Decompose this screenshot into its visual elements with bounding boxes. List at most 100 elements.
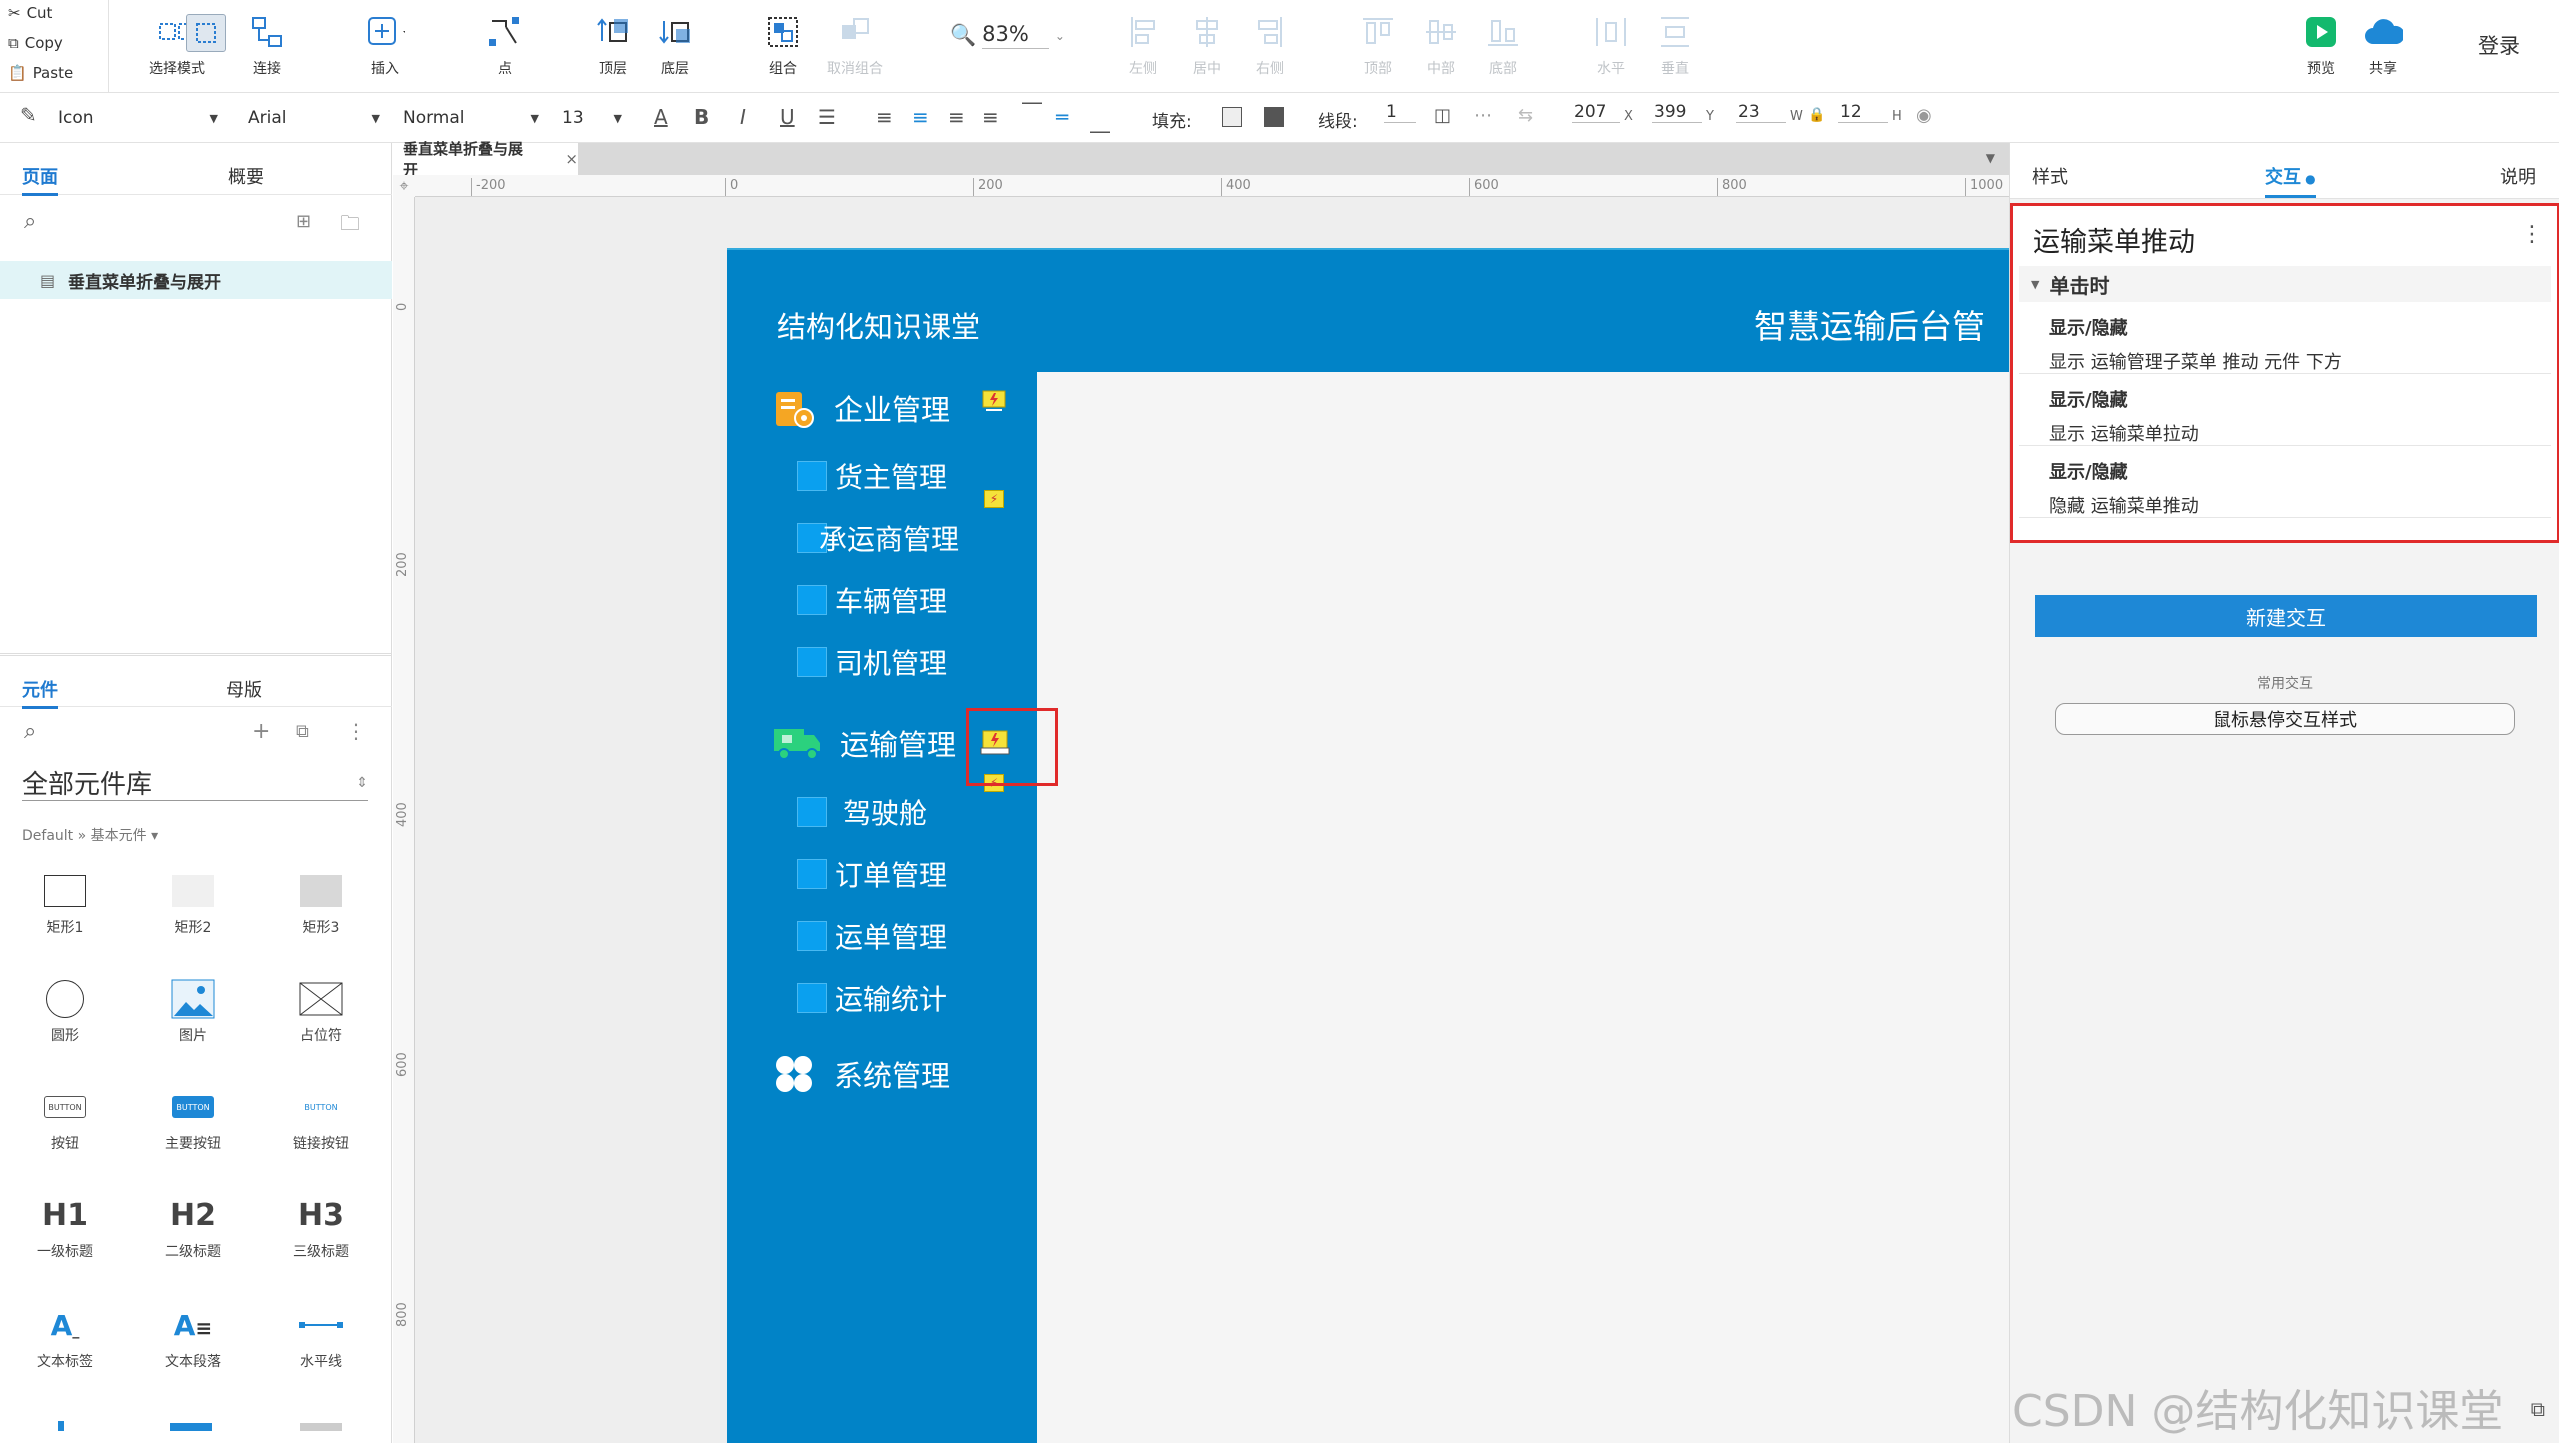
tab-masters[interactable]: 母版 <box>226 676 262 702</box>
bold-icon[interactable]: B <box>694 105 709 129</box>
stroke-pattern-icon[interactable]: ⋯ <box>1474 105 1492 126</box>
hover-style-button[interactable]: 鼠标悬停交互样式 <box>2055 703 2515 735</box>
insert-button[interactable]: 插入 <box>340 12 430 78</box>
submenu-item[interactable]: 订单管理 <box>797 854 947 894</box>
action-item[interactable]: 显示/隐藏 显示 运输管理子菜单 推动 元件 下方 <box>2019 304 2551 374</box>
submenu-item[interactable]: 运单管理 <box>797 916 947 956</box>
connect-button[interactable]: 连接 <box>222 12 312 78</box>
x-input[interactable]: 207 <box>1572 102 1620 123</box>
align-bottom-button[interactable]: 底部 <box>1458 12 1548 78</box>
tab-overflow-chevron-icon[interactable]: ▼ <box>1986 151 1995 165</box>
action-item[interactable]: 显示/隐藏 显示 运输菜单拉动 <box>2019 376 2551 446</box>
shadow-swatch[interactable] <box>1264 107 1284 127</box>
folder-icon[interactable]: 🗀 <box>340 209 360 243</box>
ungroup-button[interactable]: 取消组合 <box>810 12 900 78</box>
valign-top-icon[interactable]: ⎺ <box>1022 99 1042 123</box>
more-icon[interactable]: ⋮ <box>346 719 366 743</box>
more-icon[interactable]: ⋮ <box>2521 222 2543 247</box>
submenu-item[interactable]: 货主管理 <box>797 456 947 496</box>
widget-circle[interactable]: 圆形 <box>0 973 130 1045</box>
widget-text-label[interactable]: A_ 文本标签 <box>0 1299 130 1371</box>
share-button[interactable]: 共享 <box>2338 12 2428 78</box>
font-size-select[interactable]: 13 ▼ <box>556 103 628 133</box>
tab-interaction[interactable]: 交互 ● <box>2265 163 2316 198</box>
widget-h1[interactable]: H1 一级标题 <box>0 1189 130 1261</box>
widget-rect2[interactable]: 矩形2 <box>128 865 258 937</box>
underline-icon[interactable]: U <box>780 105 795 129</box>
italic-icon[interactable]: I <box>740 105 746 129</box>
justify-icon[interactable]: ≡ <box>982 105 999 129</box>
prototype-sidebar[interactable]: 企业管理 ⚡ 货主管理 承运商管理 车辆管理 司机管理 运输管理 ⚡ 驾驶舱 订… <box>727 372 1037 1443</box>
tab-notes[interactable]: 说明 <box>2500 163 2536 189</box>
submenu-item[interactable]: 司机管理 <box>797 642 947 682</box>
copy-button[interactable]: ⧉ Copy <box>8 34 63 52</box>
menu-enterprise[interactable]: 企业管理 <box>772 386 950 430</box>
menu-transport[interactable]: 运输管理 <box>772 722 956 764</box>
send-back-button[interactable]: 底层 <box>630 12 720 78</box>
tab-pages[interactable]: 页面 <box>22 163 58 196</box>
widget-text-paragraph[interactable]: A≡ 文本段落 <box>128 1299 258 1371</box>
paste-button[interactable]: 📋 Paste <box>8 64 73 82</box>
align-text-center-icon[interactable]: ≡ <box>912 105 929 129</box>
library-manage-icon[interactable]: ⧉ <box>296 721 309 742</box>
style-select[interactable]: Icon ▼ <box>52 103 224 133</box>
cut-button[interactable]: ✂ Cut <box>8 4 52 22</box>
widget-rect1[interactable]: 矩形1 <box>0 865 130 937</box>
widget-h3[interactable]: H3 三级标题 <box>256 1189 386 1261</box>
font-weight-select[interactable]: Normal ▼ <box>397 103 545 133</box>
interaction-marker-icon[interactable] <box>980 388 1008 414</box>
arrow-style-icon[interactable]: ⇆ <box>1518 105 1533 126</box>
add-page-icon[interactable]: ⊞ <box>296 211 311 232</box>
tab-style[interactable]: 样式 <box>2032 163 2068 189</box>
widget-primary-button[interactable]: BUTTON 主要按钮 <box>128 1081 258 1153</box>
font-family-select[interactable]: Arial ▼ <box>242 103 386 133</box>
tab-outline[interactable]: 概要 <box>228 163 264 189</box>
width-input[interactable]: 23 <box>1736 102 1786 123</box>
library-select[interactable]: 全部元件库 ⇕ <box>22 765 368 801</box>
widget-name[interactable]: 运输菜单推动 <box>2033 220 2195 259</box>
search-icon[interactable]: ⌕ <box>24 209 36 234</box>
height-input[interactable]: 12 <box>1838 102 1888 123</box>
stroke-width-input[interactable]: 1 <box>1384 102 1416 123</box>
stroke-color-icon[interactable]: ◫ <box>1434 105 1451 126</box>
action-item[interactable]: 显示/隐藏 隐藏 运输菜单推动 <box>2019 448 2551 518</box>
bullet-list-icon[interactable]: ☰ <box>818 105 836 129</box>
prototype-header[interactable]: 结构化知识课堂 智慧运输后台管 <box>727 248 2009 372</box>
valign-middle-icon[interactable]: ═ <box>1056 105 1068 129</box>
widget-hline[interactable]: 水平线 <box>256 1299 386 1371</box>
eye-icon[interactable]: ◉ <box>1916 105 1932 126</box>
align-text-left-icon[interactable]: ≡ <box>876 105 893 129</box>
distribute-v-button[interactable]: 垂直 <box>1630 12 1720 78</box>
close-icon[interactable]: × <box>565 150 578 168</box>
event-onclick[interactable]: ▼ 单击时 <box>2019 266 2551 302</box>
widget-placeholder[interactable]: 占位符 <box>256 973 386 1045</box>
page-item[interactable]: ▤ 垂直菜单折叠与展开 <box>0 261 392 299</box>
y-input[interactable]: 399 <box>1652 102 1702 123</box>
point-button[interactable]: 点 <box>460 12 550 78</box>
login-link[interactable]: 登录 <box>2478 30 2520 60</box>
new-interaction-button[interactable]: 新建交互 <box>2035 595 2537 637</box>
fill-color-swatch[interactable] <box>1222 107 1242 127</box>
menu-system[interactable]: 系统管理 <box>772 1052 950 1096</box>
zoom-control[interactable]: 🔍 83% ⌄ <box>950 22 1065 49</box>
submenu-item[interactable]: 车辆管理 <box>797 580 947 620</box>
document-tab[interactable]: 垂直菜单折叠与展开 × <box>393 140 578 179</box>
tab-widgets[interactable]: 元件 <box>22 676 58 709</box>
font-color-icon[interactable]: A <box>654 105 668 129</box>
submenu-item[interactable]: 运输统计 <box>797 978 947 1018</box>
widget-rect3[interactable]: 矩形3 <box>256 865 386 937</box>
align-text-right-icon[interactable]: ≡ <box>948 105 965 129</box>
valign-bottom-icon[interactable]: ⎽ <box>1090 109 1110 133</box>
widget-search-icon[interactable]: ⌕ <box>24 719 36 744</box>
add-library-icon[interactable]: + <box>252 719 270 744</box>
lock-icon[interactable]: 🔒 <box>1808 107 1825 123</box>
panel-toggle-icon[interactable]: ⧉ <box>2531 1397 2545 1421</box>
submenu-item[interactable]: 驾驶舱 <box>797 792 927 832</box>
align-right-button[interactable]: 右侧 <box>1225 12 1315 78</box>
widget-button[interactable]: BUTTON 按钮 <box>0 1081 130 1153</box>
submenu-item[interactable]: 承运商管理 <box>797 518 959 558</box>
select-mode-active-indicator[interactable] <box>186 14 226 52</box>
widget-h2[interactable]: H2 二级标题 <box>128 1189 258 1261</box>
widget-link-button[interactable]: BUTTON 链接按钮 <box>256 1081 386 1153</box>
widget-image[interactable]: 图片 <box>128 973 258 1045</box>
